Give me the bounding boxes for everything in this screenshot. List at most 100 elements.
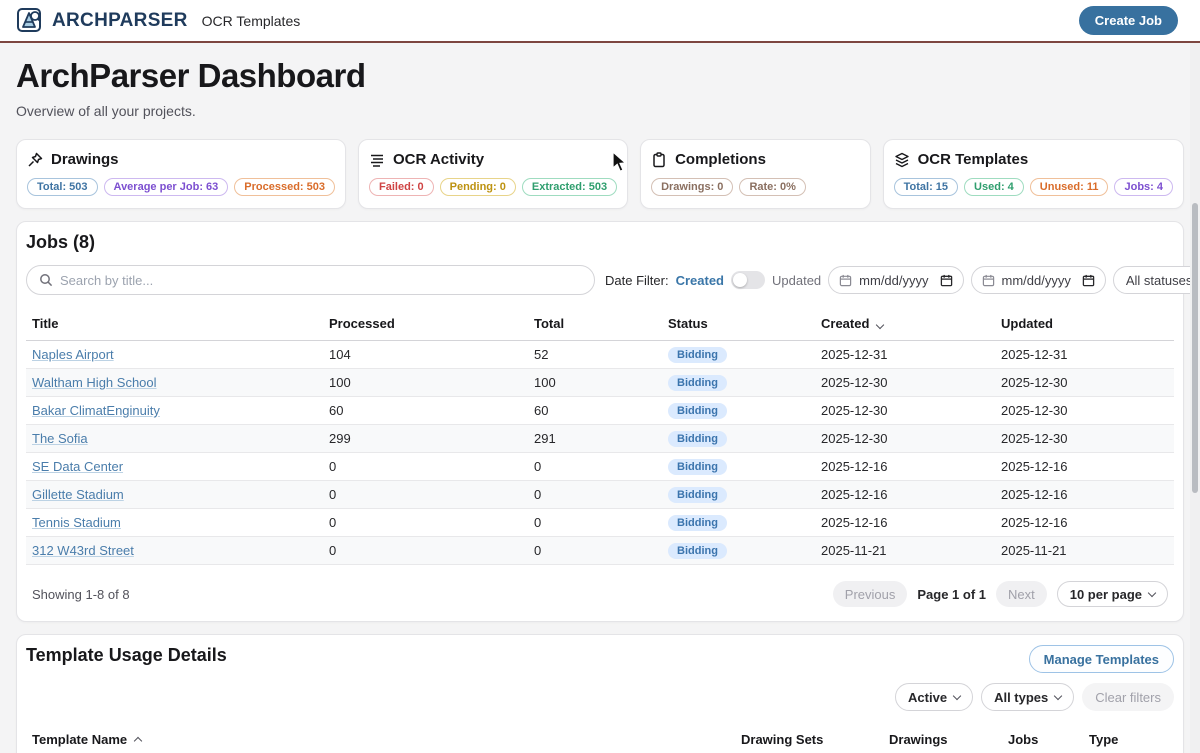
table-row: Naples Airport 104 52 Bidding 2025-12-31…: [26, 341, 1174, 369]
column-header-updated[interactable]: Updated: [995, 311, 1174, 341]
updated-cell: 2025-11-21: [995, 537, 1174, 565]
scrollbar-thumb[interactable]: [1192, 203, 1198, 493]
manage-templates-button[interactable]: Manage Templates: [1029, 645, 1174, 673]
column-header-processed[interactable]: Processed: [323, 311, 528, 341]
date-from-input[interactable]: mm/dd/yyyy: [828, 266, 963, 294]
table-row: 312 W43rd Street 0 0 Bidding 2025-11-21 …: [26, 537, 1174, 565]
stat-badge: Total: 503: [27, 178, 98, 196]
status-badge: Bidding: [668, 543, 727, 559]
date-picker-icon[interactable]: [1082, 274, 1095, 287]
types-filter-dropdown[interactable]: All types: [981, 683, 1074, 711]
stat-cards-row: Drawings Total: 503 Average per Job: 63 …: [16, 139, 1184, 209]
layers-icon: [894, 152, 910, 168]
updated-cell: 2025-12-30: [995, 397, 1174, 425]
jobs-table-header-row: Title Processed Total Status Created Upd…: [26, 311, 1174, 341]
table-row: Waltham High School 100 100 Bidding 2025…: [26, 369, 1174, 397]
jobs-section-title: Jobs (8): [26, 232, 1174, 253]
date-filter-created-option[interactable]: Created: [676, 273, 724, 288]
nav-ocr-templates[interactable]: OCR Templates: [202, 13, 301, 29]
stat-badge: Jobs: 4: [1114, 178, 1173, 196]
date-to-value: mm/dd/yyyy: [1002, 273, 1071, 288]
column-header-template-name[interactable]: Template Name: [26, 727, 735, 753]
processed-cell: 100: [323, 369, 528, 397]
calendar-icon: [839, 274, 852, 287]
statuses-dropdown[interactable]: All statuses: [1113, 266, 1200, 294]
per-page-value: 10 per page: [1070, 587, 1142, 602]
created-cell: 2025-12-30: [815, 369, 995, 397]
stat-badge: Rate: 0%: [739, 178, 805, 196]
job-title-link[interactable]: The Sofia: [32, 431, 88, 446]
stat-badge: Used: 4: [964, 178, 1024, 196]
chevron-down-icon: [1148, 588, 1156, 596]
column-header-title[interactable]: Title: [26, 311, 323, 341]
chevron-down-icon: [953, 691, 961, 699]
job-title-link[interactable]: 312 W43rd Street: [32, 543, 134, 558]
processed-cell: 0: [323, 509, 528, 537]
active-filter-dropdown[interactable]: Active: [895, 683, 973, 711]
templates-table-header-row: Template Name Drawing Sets Drawings Jobs…: [26, 727, 1174, 753]
active-filter-value: Active: [908, 690, 947, 705]
table-row: SE Data Center 0 0 Bidding 2025-12-16 20…: [26, 453, 1174, 481]
create-job-button[interactable]: Create Job: [1079, 6, 1178, 35]
page-indicator: Page 1 of 1: [917, 587, 986, 602]
stat-badge: Total: 15: [894, 178, 958, 196]
processed-cell: 299: [323, 425, 528, 453]
date-filter-toggle[interactable]: [731, 271, 765, 289]
stat-card-drawings: Drawings Total: 503 Average per Job: 63 …: [16, 139, 346, 209]
statuses-dropdown-value: All statuses: [1126, 273, 1192, 288]
clipboard-icon: [651, 152, 667, 168]
job-title-link[interactable]: Waltham High School: [32, 375, 157, 390]
clear-filters-button[interactable]: Clear filters: [1082, 683, 1174, 711]
top-bar: ARCHPARSER OCR Templates Create Job: [0, 0, 1200, 41]
total-cell: 100: [528, 369, 662, 397]
date-filter-updated-option[interactable]: Updated: [772, 273, 821, 288]
stat-badge: Processed: 503: [234, 178, 335, 196]
scrollbar[interactable]: [1190, 43, 1200, 753]
stat-badge: Pending: 0: [440, 178, 516, 196]
app-logo[interactable]: ARCHPARSER: [16, 7, 188, 35]
stat-badge: Unused: 11: [1030, 178, 1109, 196]
chevron-down-icon: [1054, 691, 1062, 699]
previous-page-button[interactable]: Previous: [833, 581, 908, 607]
column-header-created[interactable]: Created: [815, 311, 995, 341]
date-picker-icon[interactable]: [940, 274, 953, 287]
column-header-drawing-sets[interactable]: Drawing Sets: [735, 727, 883, 753]
total-cell: 0: [528, 537, 662, 565]
processed-cell: 60: [323, 397, 528, 425]
job-title-link[interactable]: SE Data Center: [32, 459, 123, 474]
templates-filter-row: Active All types Clear filters: [26, 683, 1174, 711]
processed-cell: 0: [323, 481, 528, 509]
table-row: Tennis Stadium 0 0 Bidding 2025-12-16 20…: [26, 509, 1174, 537]
status-badge: Bidding: [668, 515, 727, 531]
stat-badge: Average per Job: 63: [104, 178, 229, 196]
date-to-input[interactable]: mm/dd/yyyy: [971, 266, 1106, 294]
created-cell: 2025-12-16: [815, 509, 995, 537]
stat-card-completions: Completions Drawings: 0 Rate: 0%: [640, 139, 871, 209]
card-title: Completions: [675, 151, 766, 168]
job-title-link[interactable]: Naples Airport: [32, 347, 114, 362]
search-input[interactable]: [60, 273, 582, 288]
table-row: Gillette Stadium 0 0 Bidding 2025-12-16 …: [26, 481, 1174, 509]
job-title-link[interactable]: Tennis Stadium: [32, 515, 121, 530]
column-header-type[interactable]: Type: [1083, 727, 1174, 753]
column-header-total[interactable]: Total: [528, 311, 662, 341]
card-title: OCR Templates: [918, 151, 1029, 168]
stat-badge: Drawings: 0: [651, 178, 733, 196]
sort-asc-icon: [134, 737, 142, 745]
processed-cell: 0: [323, 537, 528, 565]
created-cell: 2025-12-30: [815, 397, 995, 425]
job-title-link[interactable]: Bakar ClimatEnginuity: [32, 403, 160, 418]
total-cell: 0: [528, 481, 662, 509]
column-header-jobs[interactable]: Jobs: [1002, 727, 1083, 753]
next-page-button[interactable]: Next: [996, 581, 1047, 607]
jobs-table: Title Processed Total Status Created Upd…: [26, 311, 1174, 565]
column-header-status[interactable]: Status: [662, 311, 815, 341]
column-header-drawings[interactable]: Drawings: [883, 727, 1002, 753]
date-filter-label: Date Filter:: [605, 273, 669, 288]
search-icon: [39, 273, 53, 287]
per-page-dropdown[interactable]: 10 per page: [1057, 581, 1168, 607]
total-cell: 60: [528, 397, 662, 425]
job-title-link[interactable]: Gillette Stadium: [32, 487, 124, 502]
created-cell: 2025-12-16: [815, 453, 995, 481]
stat-badge: Extracted: 503: [522, 178, 617, 196]
